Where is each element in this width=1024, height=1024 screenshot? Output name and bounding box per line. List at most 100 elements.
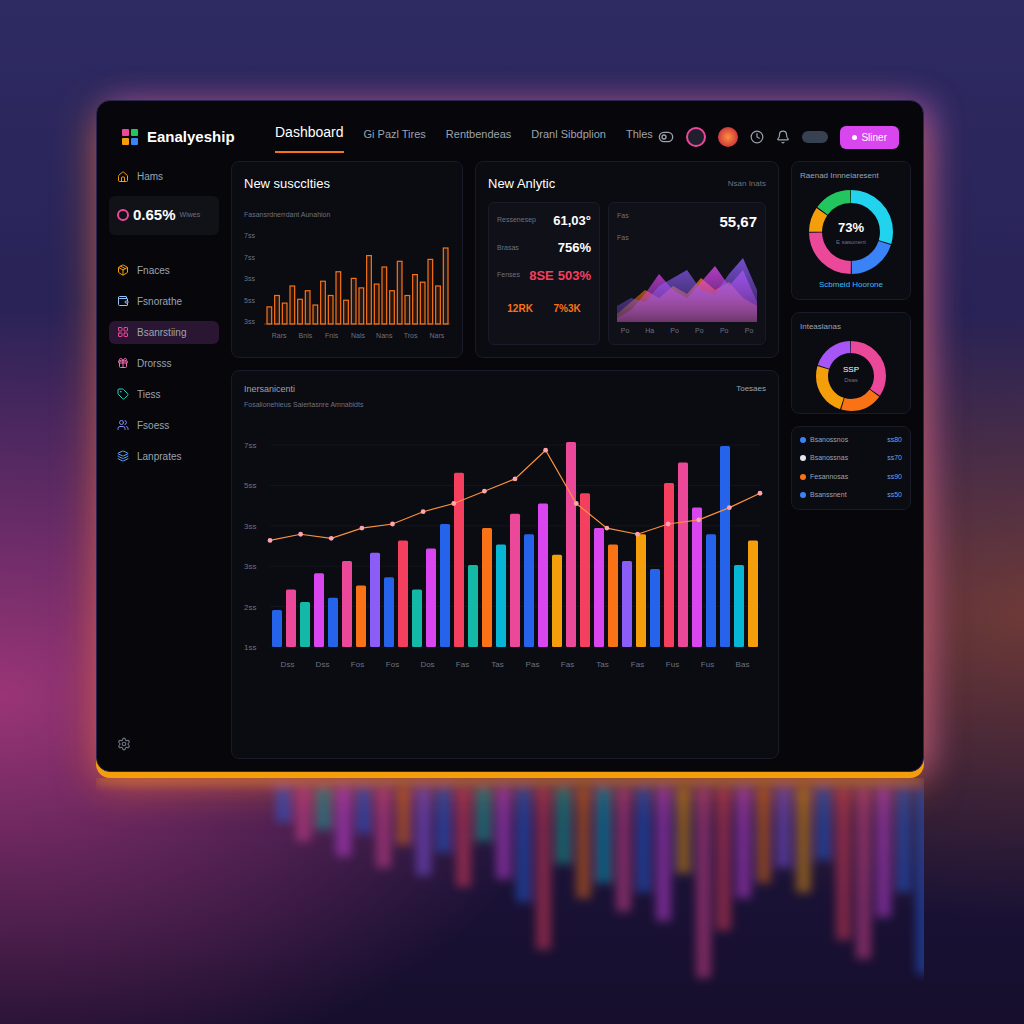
x-tick: Fos <box>351 660 364 669</box>
subscription-bar <box>390 291 395 324</box>
subscription-bar <box>267 307 272 324</box>
legend-row: Bsanossnosss80 <box>800 435 902 446</box>
nav-tab[interactable]: Dranl Sibdplion <box>531 126 606 153</box>
chart-bar <box>300 601 310 646</box>
chart-bar <box>398 540 408 647</box>
sidebar-item[interactable]: Bsanrstiing <box>109 321 219 344</box>
clock-icon[interactable] <box>750 130 764 144</box>
y-tick: Fas <box>617 211 629 222</box>
menu-icon <box>117 419 129 431</box>
bell-icon[interactable] <box>776 130 790 144</box>
trend-point <box>482 488 487 493</box>
trend-point <box>329 535 334 540</box>
y-tick: 5ss <box>244 297 255 304</box>
stat-row: Ressenesep61,03° <box>497 211 591 231</box>
subscription-bar <box>374 284 379 324</box>
y-tick: 7ss <box>244 254 255 261</box>
x-tick: Fus <box>666 660 679 669</box>
trend-point <box>298 531 303 536</box>
sidebar-stat: 0.65%Wiwes <box>109 196 219 235</box>
main-chart-card: InersanicentiToesaesFosalionehieus Saier… <box>231 370 779 760</box>
logo-icon <box>121 128 139 146</box>
dashboard-screen: Eanalyeship Dashboard Gi Pazl Tires Rentben… <box>96 100 924 772</box>
sidebar-item[interactable]: Fnaces <box>109 259 219 282</box>
top-row: New susccltiesFasansrdnerrdant Aunahion7… <box>231 161 779 358</box>
subscriptions-chart: 7ss7ss3ss5ss3ssRarsBnisFnisNalsNansTrosN… <box>244 224 450 344</box>
card-subtitle: Fasansrdnerrdant Aunahion <box>244 210 450 221</box>
settings-icon[interactable] <box>117 737 131 751</box>
subscription-bar <box>443 248 448 324</box>
logo[interactable]: Eanalyeship <box>121 126 251 149</box>
header-button[interactable]: Sliner <box>840 126 899 149</box>
main-content: New susccltiesFasansrdnerrdant Aunahion7… <box>231 161 779 759</box>
chart-bar <box>594 528 604 647</box>
status-icon[interactable] <box>686 127 706 147</box>
card-title: Raenad Innneiaresent <box>800 170 879 182</box>
donut-segment <box>816 197 887 268</box>
toggle-icon[interactable] <box>658 129 674 145</box>
trend-point <box>635 531 640 536</box>
chart-bar <box>748 540 758 647</box>
card-footer: Scbmeid Hoorone <box>819 279 883 291</box>
subscription-bar <box>282 303 287 324</box>
nav-tab[interactable]: Dashboard <box>275 122 344 153</box>
right-column: Raenad Innneiaresent73%E sasonentScbmeid… <box>791 161 911 759</box>
home-icon <box>117 171 129 183</box>
subscription-bar <box>344 300 349 324</box>
x-tick: Bnis <box>299 332 313 339</box>
sidebar-item[interactable]: Drorsss <box>109 352 219 375</box>
nav-tab[interactable]: Gi Pazl Tires <box>364 126 426 153</box>
card-title: New Anlytic <box>488 174 555 194</box>
trend-point <box>727 505 732 510</box>
x-tick: Tas <box>491 660 503 669</box>
sidebar-item[interactable]: Tiess <box>109 383 219 406</box>
sidebar: Hams 0.65%Wiwes Fnaces Fsnorathe Bsanrstiing… <box>109 161 219 759</box>
nav-tab[interactable]: Thles <box>626 126 653 153</box>
legend-dot <box>800 474 806 480</box>
sidebar-item[interactable]: Fsoess <box>109 414 219 437</box>
sidebar-home[interactable]: Hams <box>109 169 219 184</box>
ring-icon <box>117 209 129 221</box>
chart-bar <box>454 472 464 646</box>
trend-point <box>758 490 763 495</box>
x-tick: Po <box>621 327 630 334</box>
switch-icon[interactable] <box>802 131 828 143</box>
legend-dot <box>800 455 806 461</box>
chart-bar <box>566 442 576 647</box>
donut-label: SSPDsas <box>843 364 859 385</box>
y-tick: 2ss <box>244 602 256 611</box>
chart-bar <box>328 597 338 646</box>
chart-bar <box>636 534 646 647</box>
analytics-card: New AnlyticNsan InatsRessenesep61,03°Bra… <box>475 161 779 358</box>
menu-icon <box>117 388 129 400</box>
sidebar-item[interactable]: Fsnorathe <box>109 290 219 313</box>
nav-tab[interactable]: Rentbendeas <box>446 126 511 153</box>
sidebar-item[interactable]: Lanprates <box>109 445 219 468</box>
area-series <box>617 258 757 322</box>
chart-bar <box>272 610 282 647</box>
x-tick: Bas <box>736 660 750 669</box>
x-tick: Nars <box>429 332 444 339</box>
trend-point <box>513 476 518 481</box>
main-chart: 7ss5ss3ss3ss2ss1ssDssDssFosFosDosFasTasP… <box>244 415 764 677</box>
card-subtitle: Fosalionehieus Saiertasnre Amnabidts <box>244 400 766 411</box>
chart-bar <box>664 483 674 647</box>
card-title: Inteaslanas <box>800 321 841 333</box>
x-tick: Nans <box>376 332 393 339</box>
avatar-icon[interactable] <box>718 127 738 147</box>
legend-row: Bsanossnasss70 <box>800 453 902 464</box>
donut-segment <box>822 347 880 405</box>
x-tick: Dss <box>316 660 330 669</box>
stat-row: Fenses8SE503% <box>497 266 591 286</box>
x-tick: Pas <box>526 660 540 669</box>
y-tick: Fas <box>617 233 629 244</box>
chart-bar <box>370 552 380 646</box>
x-tick: Dss <box>281 660 295 669</box>
donut-segment <box>816 197 887 268</box>
subscription-bar <box>298 299 303 324</box>
chart-bar <box>412 589 422 646</box>
subscriptions-card: New susccltiesFasansrdnerrdant Aunahion7… <box>231 161 463 358</box>
subscription-bar <box>305 291 310 324</box>
x-tick: Ha <box>645 327 654 334</box>
card-link[interactable]: Nsan Inats <box>728 178 766 190</box>
